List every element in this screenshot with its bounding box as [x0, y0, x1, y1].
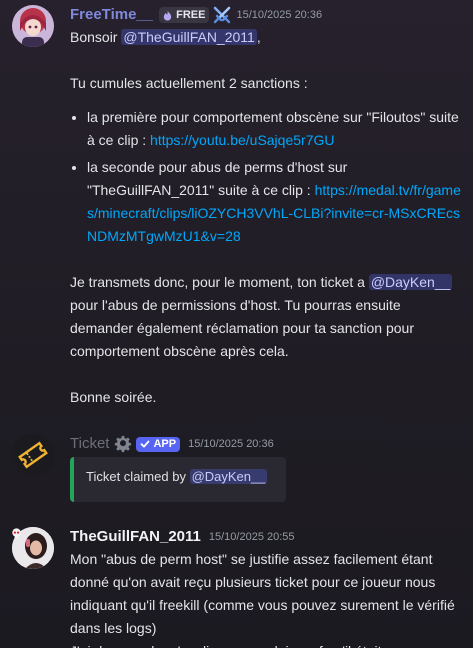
sanction-item-2: la seconde pour abus de perms d'host sur… — [87, 156, 465, 248]
mention-theguillfan[interactable]: @TheGuillFAN_2011 — [121, 29, 257, 45]
app-badge: APP — [136, 436, 181, 452]
flame-icon — [163, 9, 172, 21]
ticket-embed: Ticket claimed by @DayKen__ — [70, 457, 286, 502]
reply-text-2: J'ai donc voulu m'expliquer avec lui, sa… — [70, 640, 465, 648]
reply-text: Mon "abus de perm host" se justifie asse… — [70, 551, 455, 636]
app-badge-label: APP — [153, 438, 177, 450]
tag-free-label: FREE — [176, 9, 206, 21]
server-tag-badge[interactable]: FREE — [159, 7, 210, 23]
username-theguillfan[interactable]: TheGuillFAN_2011 — [70, 527, 201, 547]
timestamp[interactable]: 15/10/2025 20:55 — [209, 527, 295, 547]
sanction-2-text: la seconde pour abus de perms d'host sur… — [87, 159, 348, 198]
timestamp[interactable]: 15/10/2025 20:36 — [236, 5, 322, 25]
transfer-text-end: pour l'abus de permissions d'host. Tu po… — [70, 297, 414, 359]
mention-dayken-embed[interactable]: @DayKen__ — [189, 469, 268, 484]
avatar-ticket-bot[interactable] — [12, 434, 54, 476]
greeting-comma: , — [256, 29, 261, 45]
embed-label: Ticket claimed by — [86, 469, 186, 484]
check-icon — [141, 440, 150, 448]
greeting-text: Bonsoir — [70, 29, 118, 45]
signoff: Bonne soirée. — [70, 389, 157, 405]
crossed-swords-icon — [214, 6, 231, 24]
youtube-link[interactable]: https://youtu.be/uSajqe5r7GU — [150, 132, 334, 148]
chat-log: FreeTime__ FREE 15/10/2025 20:36 Bonsoir… — [0, 0, 473, 648]
message-ticket-bot: Ticket APP 15/10/2025 20:36 Ticket claim… — [0, 430, 473, 510]
intro-text: Tu cumules actuellement 2 sanctions : — [70, 75, 308, 91]
ticket-icon — [12, 434, 54, 476]
transfer-text-start: Je transmets donc, pour le moment, ton t… — [70, 274, 365, 290]
embed-content: Ticket claimed by @DayKen__ — [86, 469, 268, 484]
greeting: Bonsoir @TheGuillFAN_2011, — [70, 26, 465, 49]
skull-badge-icon — [12, 528, 21, 539]
mention-dayken[interactable]: @DayKen__ — [368, 274, 453, 290]
username-ticket[interactable]: Ticket — [70, 434, 109, 454]
sanctions-list: la première pour comportement obscène su… — [70, 106, 465, 248]
message-theguillfan: TheGuillFAN_2011 15/10/2025 20:55 Mon "a… — [0, 520, 473, 648]
timestamp[interactable]: 15/10/2025 20:36 — [188, 434, 274, 454]
message-freetime: FreeTime__ FREE 15/10/2025 20:36 Bonsoir… — [0, 0, 473, 430]
username-freetime[interactable]: FreeTime__ — [70, 5, 153, 25]
transfer-paragraph: Je transmets donc, pour le moment, ton t… — [70, 271, 465, 363]
gear-icon — [115, 435, 132, 453]
avatar-freetime[interactable] — [12, 5, 54, 47]
avatar-image — [12, 5, 54, 47]
sanction-item-1: la première pour comportement obscène su… — [87, 106, 465, 152]
